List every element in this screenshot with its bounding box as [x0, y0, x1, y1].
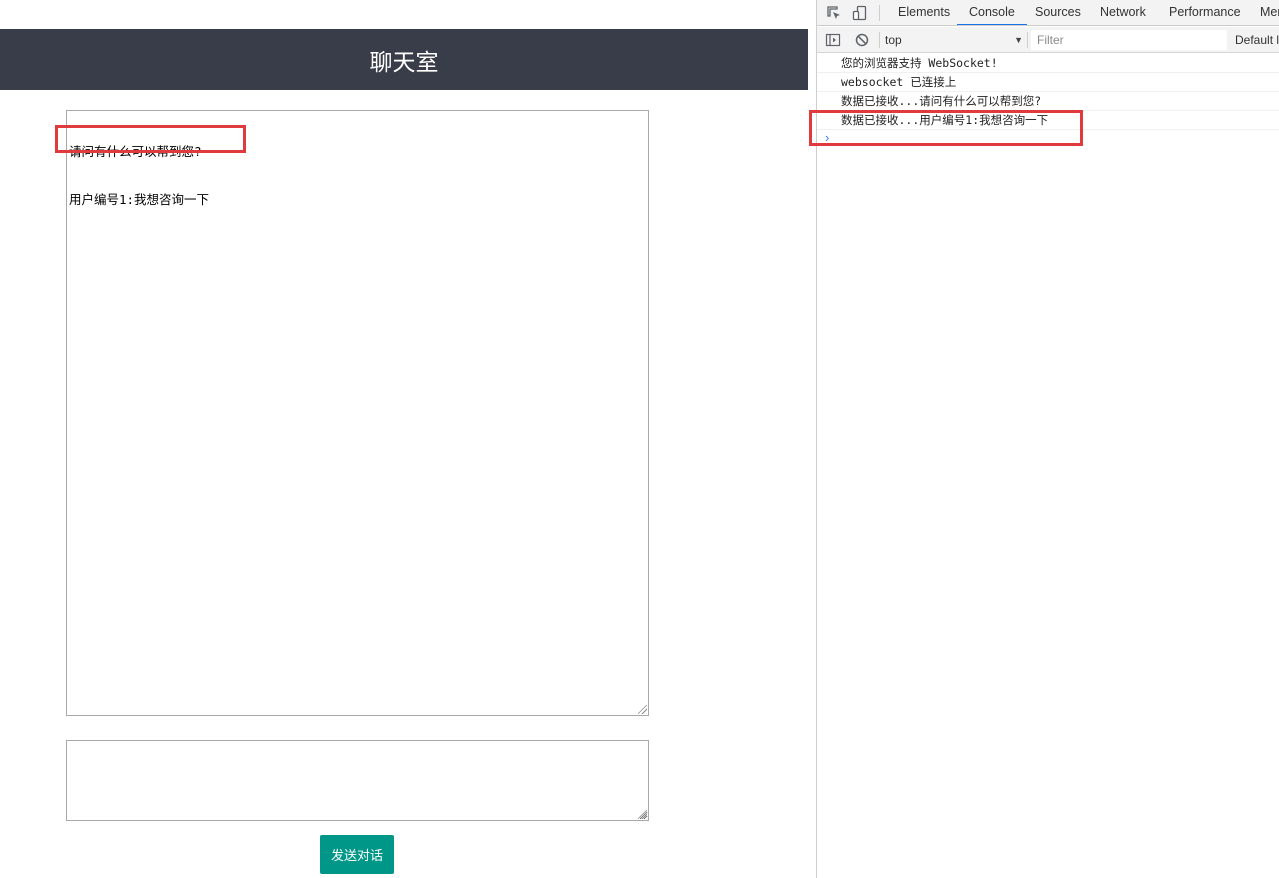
tab-elements[interactable]: Elements — [898, 0, 950, 25]
console-message: 您的浏览器支持 WebSocket! — [817, 54, 1279, 73]
console-message: 数据已接收...请问有什么可以帮到您? — [817, 92, 1279, 111]
chat-history-textarea[interactable]: 请问有什么可以帮到您? 用户编号1:我想咨询一下 — [66, 110, 649, 716]
console-output: 您的浏览器支持 WebSocket! websocket 已连接上 数据已接收.… — [817, 54, 1279, 148]
tab-performance[interactable]: Performance — [1169, 0, 1241, 25]
filter-input[interactable] — [1031, 30, 1227, 50]
resize-grip-icon[interactable] — [638, 705, 647, 714]
history-line: 请问有什么可以帮到您? — [69, 144, 202, 159]
tab-network[interactable]: Network — [1100, 0, 1146, 25]
toolbar-divider — [1027, 32, 1028, 48]
send-button[interactable]: 发送对话 — [320, 835, 394, 874]
message-input[interactable] — [66, 740, 649, 821]
history-line: 用户编号1:我想咨询一下 — [69, 192, 210, 207]
clear-console-icon[interactable] — [853, 31, 871, 49]
context-select[interactable]: top ▼ — [885, 30, 1023, 50]
context-value: top — [885, 33, 902, 47]
dropdown-arrow-icon: ▼ — [1014, 35, 1023, 45]
console-prompt-icon[interactable]: › — [817, 130, 1279, 148]
console-message: websocket 已连接上 — [817, 73, 1279, 92]
device-toolbar-icon[interactable] — [851, 4, 869, 22]
tab-memory[interactable]: Mer — [1260, 0, 1279, 25]
devtools-tab-bar: Elements Console Sources Network Perform… — [817, 0, 1279, 26]
chat-page: 聊天室 请问有什么可以帮到您? 用户编号1:我想咨询一下 发送对话 — [0, 0, 816, 878]
console-toolbar: top ▼ Default l — [817, 27, 1279, 53]
log-level-select[interactable]: Default l — [1235, 27, 1279, 53]
toolbar-divider — [879, 32, 880, 48]
inspect-element-icon[interactable] — [825, 4, 843, 22]
toolbar-divider — [879, 5, 880, 21]
console-message: 数据已接收...用户编号1:我想咨询一下 — [817, 111, 1279, 130]
devtools-panel: Elements Console Sources Network Perform… — [809, 0, 1279, 878]
tab-console[interactable]: Console — [957, 0, 1027, 25]
chat-header: 聊天室 — [0, 29, 808, 90]
tab-sources[interactable]: Sources — [1035, 0, 1081, 25]
page-title: 聊天室 — [369, 49, 439, 76]
console-sidebar-icon[interactable] — [824, 31, 842, 49]
